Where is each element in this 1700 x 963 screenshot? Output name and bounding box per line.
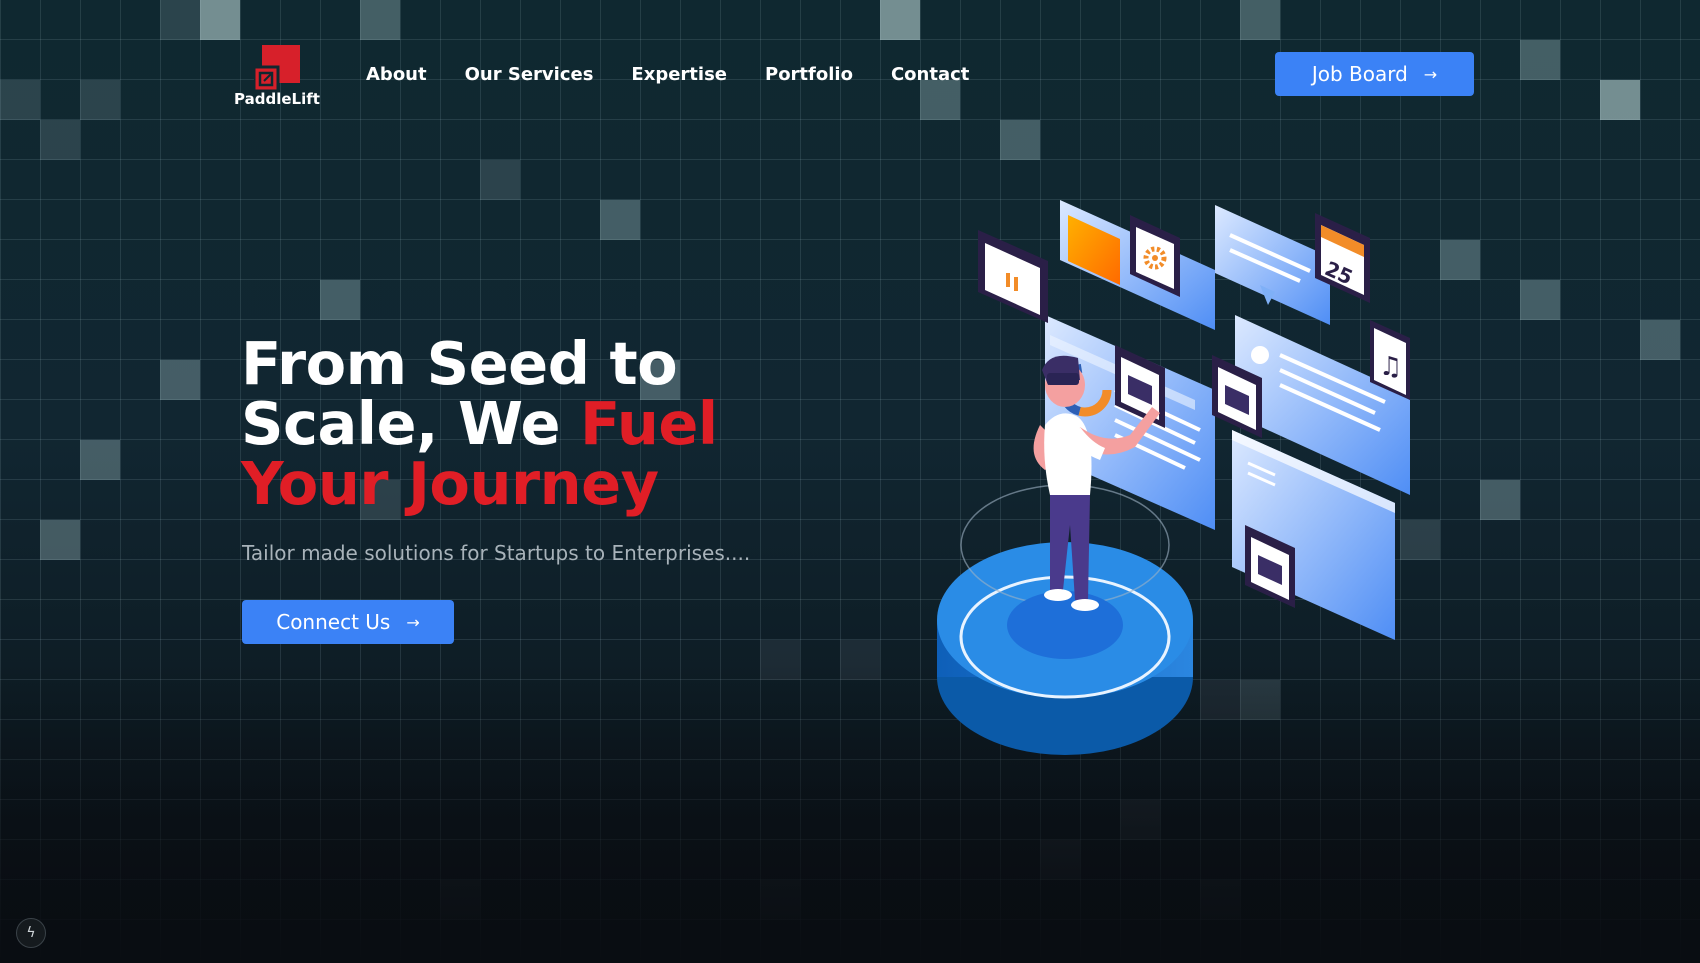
main-nav: About Our Services Expertise Portfolio C… (366, 64, 969, 85)
brand-name: PaddleLift (234, 90, 320, 108)
headline-line-2: Scale, We (241, 389, 560, 458)
hero-headline: From Seed to Scale, We Fuel Your Journey (241, 334, 761, 514)
hero-subtitle: Tailor made solutions for Startups to En… (242, 541, 751, 565)
nav-expertise[interactable]: Expertise (631, 64, 727, 85)
connect-us-label: Connect Us (276, 610, 391, 634)
arrow-right-icon: → (1423, 64, 1438, 84)
hero-illustration: 25 ♫ (937, 200, 1410, 755)
headline-line-1: From Seed to (241, 329, 678, 398)
job-board-button[interactable]: Job Board → (1275, 52, 1474, 96)
arrow-right-icon: → (406, 612, 420, 632)
lightning-bolt-icon[interactable]: ϟ (16, 918, 46, 948)
nav-portfolio[interactable]: Portfolio (765, 64, 853, 85)
headline-highlight-2: Your Journey (241, 449, 659, 518)
nav-about[interactable]: About (366, 64, 427, 85)
paddlelift-logo-icon (254, 45, 300, 91)
bottom-fade (0, 663, 1700, 963)
nav-contact[interactable]: Contact (891, 64, 969, 85)
nav-our-services[interactable]: Our Services (465, 64, 594, 85)
connect-us-button[interactable]: Connect Us → (242, 600, 454, 644)
music-note-icon: ♫ (1379, 352, 1402, 382)
headline-highlight-1: Fuel (580, 389, 718, 458)
job-board-label: Job Board (1311, 62, 1408, 86)
brand-logo[interactable]: PaddleLift (234, 45, 320, 111)
